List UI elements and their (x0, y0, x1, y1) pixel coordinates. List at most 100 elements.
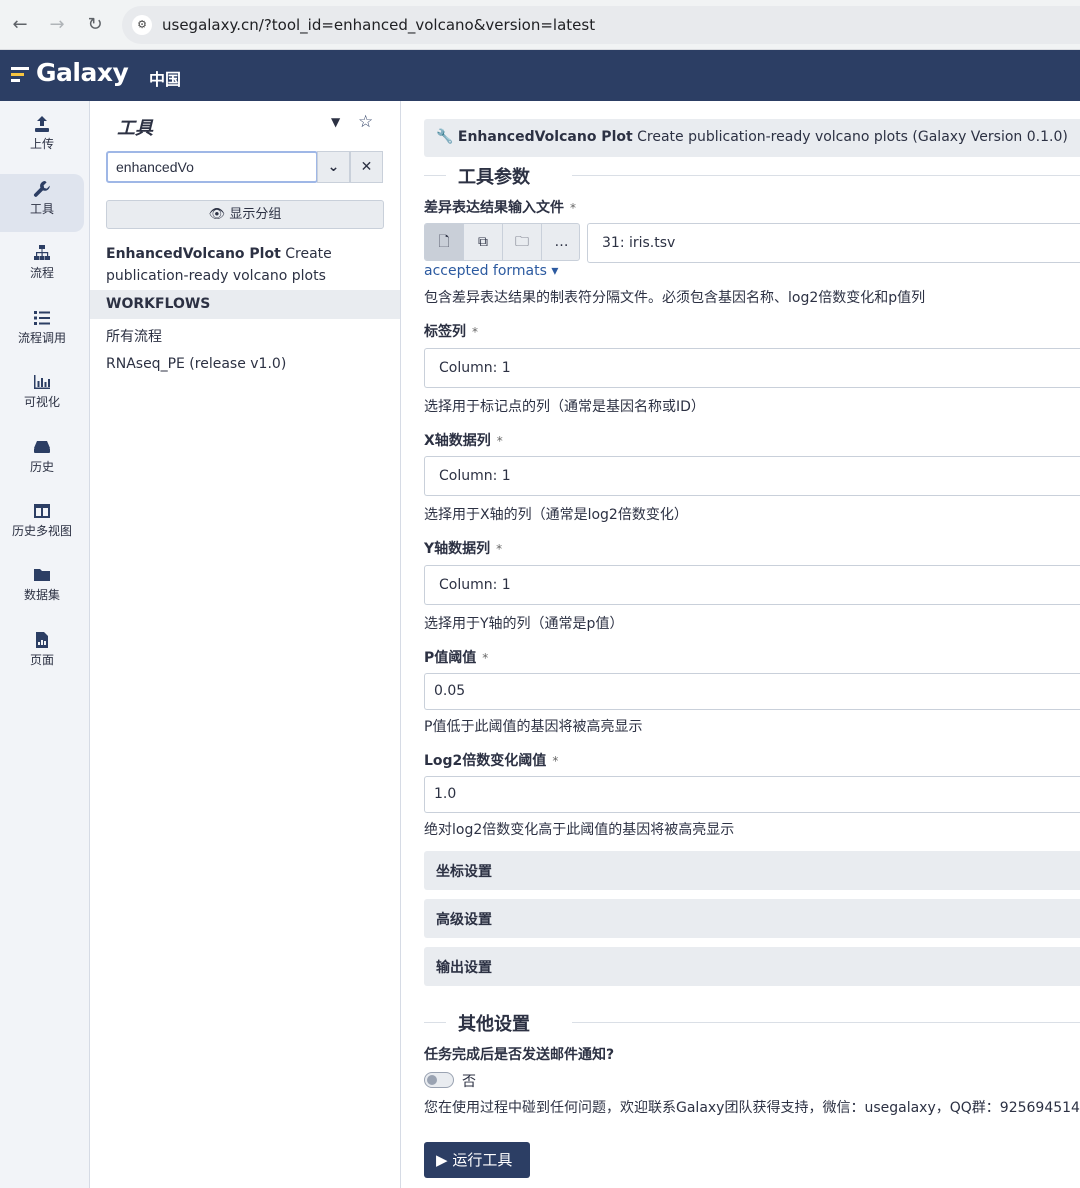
required-mark: * (472, 325, 478, 339)
hdd-icon (0, 432, 84, 458)
x-col-label: X轴数据列 * (424, 430, 503, 450)
workflow-item[interactable]: RNAseq_PE (release v1.0) (106, 356, 286, 372)
tool-search-input[interactable] (106, 151, 318, 183)
fc-label-text: Log2倍数变化阈值 (424, 753, 547, 769)
required-mark: * (552, 754, 559, 768)
activity-label: 页面 (29, 653, 54, 667)
activity-upload[interactable]: 上传 (0, 109, 84, 167)
reload-icon[interactable]: ↻ (83, 13, 107, 37)
label-col-label: 标签列 * (424, 321, 478, 341)
axis-settings-section[interactable]: 坐标设置 (424, 851, 1080, 890)
fc-label: Log2倍数变化阈值 * (424, 750, 558, 770)
browser-bar: ← → ↻ ⚙ usegalaxy.cn/?tool_id=enhanced_v… (0, 0, 1080, 50)
wrench-icon: 🔧 (436, 129, 454, 145)
folder-icon[interactable]: 🗀 (503, 224, 542, 260)
output-settings-section[interactable]: 输出设置 (424, 947, 1080, 986)
label-col-select[interactable]: Column: 1 (424, 348, 1080, 388)
email-toggle-label: 否 (462, 1074, 476, 1090)
email-toggle[interactable] (424, 1072, 454, 1088)
x-col-label-text: X轴数据列 (424, 433, 491, 449)
activity-pages[interactable]: 页面 (0, 625, 84, 683)
activity-label: 历史 (29, 460, 54, 474)
activity-datasets[interactable]: 数据集 (0, 560, 84, 618)
site-settings-icon[interactable]: ⚙ (132, 15, 152, 35)
folder-icon (0, 560, 84, 586)
brand-subtitle: 中国 (149, 70, 182, 89)
other-legend: 其他设置 (424, 1010, 1080, 1035)
advanced-settings-section[interactable]: 高级设置 (424, 899, 1080, 938)
activity-label: 数据集 (23, 588, 60, 602)
show-sections-button[interactable]: 👁 显示分组 (106, 200, 384, 229)
brand-title[interactable]: Galaxy (36, 58, 129, 87)
activity-label: 历史多视图 (11, 524, 72, 538)
params-legend: 工具参数 (424, 163, 1080, 188)
clear-search-icon[interactable]: ✕ (350, 151, 383, 183)
play-icon: ▶ (436, 1151, 448, 1169)
show-sections-label: 显示分组 (229, 207, 282, 222)
single-file-icon[interactable]: 🗋 (425, 224, 464, 260)
activity-history-multiview[interactable]: 历史多视图 (0, 496, 84, 554)
tool-header: 🔧 EnhancedVolcano Plot Create publicatio… (424, 119, 1080, 157)
input-file-label: 差异表达结果输入文件 * (424, 197, 576, 217)
activity-history[interactable]: 历史 (0, 432, 84, 490)
y-col-label-text: Y轴数据列 (424, 541, 491, 557)
eye-icon: 👁 (208, 207, 226, 222)
fc-input[interactable]: 1.0 (424, 776, 1080, 813)
other-title: 其他设置 (458, 1014, 530, 1035)
support-text: 您在使用过程中碰到任何问题，欢迎联系Galaxy团队获得支持，微信：usegal… (424, 1100, 1080, 1116)
tool-panel-title: 工具 (117, 118, 153, 139)
tool-panel: 工具 ▼ ☆ ⌄ ✕ 👁 显示分组 EnhancedVolcano Plot C… (90, 101, 401, 1188)
fc-help: 绝对log2倍数变化高于此阈值的基因将被高亮显示 (424, 822, 735, 838)
pval-label: P值阈值 * (424, 647, 488, 667)
galaxy-logo-icon[interactable] (11, 67, 31, 83)
url-text[interactable]: usegalaxy.cn/?tool_id=enhanced_volcano&v… (162, 16, 595, 34)
x-col-help: 选择用于X轴的列（通常是log2倍数变化） (424, 507, 688, 523)
activity-label: 工具 (29, 202, 54, 216)
star-icon[interactable]: ☆ (358, 112, 373, 132)
input-file-select[interactable]: 31: iris.tsv (587, 223, 1080, 263)
activity-bar: 上传 工具 流程 流程调用 可视化 历史 历史多视图 数据集 页面 (0, 101, 90, 1188)
label-col-label-text: 标签列 (424, 324, 466, 340)
tool-header-name: EnhancedVolcano Plot (457, 129, 633, 145)
x-col-select[interactable]: Column: 1 (424, 456, 1080, 496)
masthead: Galaxy 中国 (0, 50, 1080, 101)
required-mark: * (496, 542, 503, 556)
columns-icon (0, 496, 84, 522)
accepted-formats-link[interactable]: accepted formats ▾ (424, 263, 558, 279)
advanced-search-icon[interactable]: ⌄ (317, 151, 350, 183)
activity-tools[interactable]: 工具 (0, 174, 84, 232)
activity-label: 可视化 (23, 395, 60, 409)
sitemap-icon (0, 238, 84, 264)
run-tool-label: 运行工具 (452, 1151, 513, 1169)
list-icon (0, 303, 84, 329)
activity-workflows[interactable]: 流程 (0, 238, 84, 296)
address-bar[interactable]: ⚙ usegalaxy.cn/?tool_id=enhanced_volcano… (122, 6, 1080, 44)
forward-icon[interactable]: → (45, 13, 69, 37)
activity-label: 上传 (29, 137, 54, 151)
activity-invocations[interactable]: 流程调用 (0, 303, 84, 361)
pval-input[interactable]: 0.05 (424, 673, 1080, 710)
pval-help: P值低于此阈值的基因将被高亮显示 (424, 719, 643, 735)
tool-header-desc: Create publication-ready volcano plots (… (632, 129, 1068, 145)
pval-label-text: P值阈值 (424, 650, 477, 666)
caret-down-icon[interactable]: ▼ (331, 115, 340, 129)
chart-bar-icon (0, 367, 84, 393)
y-col-select[interactable]: Column: 1 (424, 565, 1080, 605)
more-options-icon[interactable]: … (542, 224, 579, 260)
back-icon[interactable]: ← (8, 13, 32, 37)
workflows-section[interactable]: WORKFLOWS (90, 290, 400, 319)
input-source-buttons: 🗋 ⧉ 🗀 … (424, 223, 580, 261)
required-mark: * (482, 651, 489, 665)
required-mark: * (570, 201, 576, 215)
y-col-label: Y轴数据列 * (424, 538, 502, 558)
activity-visualization[interactable]: 可视化 (0, 367, 84, 425)
wrench-icon (0, 174, 84, 200)
workflow-item[interactable]: 所有流程 (106, 326, 162, 346)
activity-label: 流程调用 (17, 331, 66, 345)
run-tool-button[interactable]: ▶ 运行工具 (424, 1142, 530, 1178)
upload-icon (0, 109, 84, 135)
y-col-help: 选择用于Y轴的列（通常是p值） (424, 616, 624, 632)
tool-result-item[interactable]: EnhancedVolcano Plot Create publication-… (106, 243, 388, 287)
multiple-files-icon[interactable]: ⧉ (464, 224, 503, 260)
tool-result-name: EnhancedVolcano Plot (106, 246, 281, 262)
